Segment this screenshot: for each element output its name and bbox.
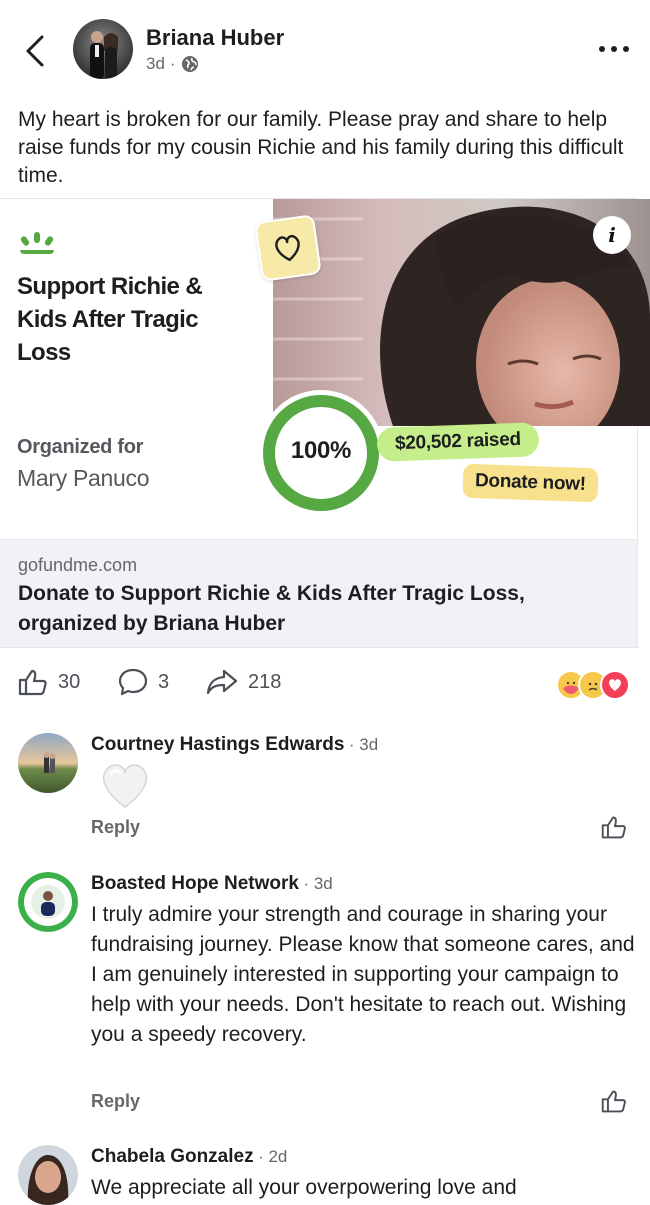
comment-button[interactable]: 3 — [118, 668, 169, 696]
back-button[interactable] — [22, 34, 50, 68]
comment-like-button[interactable] — [601, 814, 627, 840]
save-fundraiser-button[interactable] — [254, 214, 322, 282]
commenter-name[interactable]: Boasted Hope Network — [91, 873, 299, 894]
meta-separator: · — [169, 54, 176, 73]
link-domain: gofundme.com — [18, 555, 138, 575]
info-button[interactable]: i — [593, 216, 631, 254]
comment-like-button[interactable] — [601, 1088, 627, 1114]
more-options-button[interactable] — [597, 42, 631, 56]
commenter-name[interactable]: Courtney Hastings Edwards — [91, 734, 344, 755]
love-reaction-icon — [600, 670, 630, 700]
comment-time: 3d — [359, 735, 379, 754]
reply-button[interactable]: Reply — [91, 817, 140, 838]
comment-header: Chabela Gonzalez · 2d — [91, 1146, 287, 1168]
link-title[interactable]: Donate to Support Richie & Kids After Tr… — [18, 579, 618, 639]
info-icon: i — [608, 223, 616, 247]
white-heart-icon — [98, 760, 152, 815]
post-meta: 3d · — [146, 54, 199, 74]
share-count: 218 — [248, 670, 282, 693]
poster-avatar[interactable] — [73, 19, 133, 79]
share-button[interactable]: 218 — [206, 668, 281, 696]
comment-time-separator: · — [303, 874, 314, 893]
comment-time-separator: · — [348, 735, 360, 754]
commenter-avatar[interactable] — [18, 872, 78, 932]
reactions-summary[interactable] — [556, 670, 630, 700]
fundraiser-title: Support Richie & Kids After Tragic Loss — [17, 273, 203, 366]
comment-icon — [118, 668, 148, 696]
globe-icon — [181, 56, 198, 72]
post-caption: My heart is broken for our family. Pleas… — [18, 108, 624, 187]
progress-percent: 100% — [290, 437, 352, 464]
organized-for-label: Organized for — [17, 436, 144, 458]
thumbs-up-icon — [18, 669, 47, 696]
thumbs-up-icon — [601, 1090, 626, 1113]
reply-button[interactable]: Reply — [91, 1091, 140, 1112]
commenter-name[interactable]: Chabela Gonzalez — [91, 1146, 254, 1167]
like-count: 30 — [58, 670, 81, 693]
commenter-avatar[interactable] — [18, 733, 78, 793]
like-button[interactable]: 30 — [18, 668, 80, 696]
amount-raised: $20,502 raised — [376, 422, 540, 462]
comment-time-separator: · — [258, 1147, 269, 1166]
comment-count: 3 — [158, 670, 170, 693]
more-icon — [599, 46, 629, 52]
comment-header: Boasted Hope Network · 3d — [91, 873, 333, 895]
heart-outline-icon — [275, 235, 300, 262]
gofundme-logo-icon — [16, 232, 58, 261]
chevron-left-icon — [26, 35, 44, 67]
comment-text: I truly admire your strength and courage… — [91, 903, 635, 1046]
donate-now-button[interactable]: Donate now! — [462, 463, 599, 503]
organized-for-name: Mary Panuco — [17, 465, 150, 491]
thumbs-up-icon — [601, 816, 626, 839]
commenter-avatar[interactable] — [18, 1145, 78, 1205]
comment-time: 2d — [268, 1147, 288, 1166]
poster-name[interactable]: Briana Huber — [146, 25, 284, 51]
share-arrow-icon — [206, 669, 238, 695]
comment-header: Courtney Hastings Edwards · 3d — [91, 734, 378, 756]
comment-time: 3d — [313, 874, 333, 893]
post-time: 3d — [146, 54, 165, 73]
